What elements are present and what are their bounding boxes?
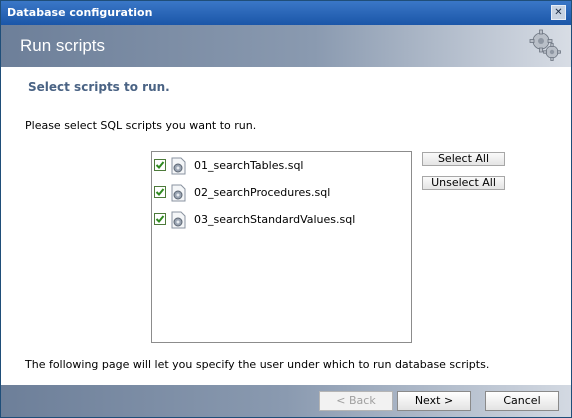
unselect-all-button[interactable]: Unselect All xyxy=(422,176,505,190)
title-bar[interactable]: Database configuration ✕ xyxy=(1,1,571,25)
footer-note: The following page will let you specify … xyxy=(25,358,490,371)
script-label: 01_searchTables.sql xyxy=(194,159,304,172)
window-title: Database configuration xyxy=(7,6,153,19)
close-button[interactable]: ✕ xyxy=(551,5,566,20)
script-checkbox[interactable] xyxy=(154,186,166,198)
select-all-button[interactable]: Select All xyxy=(422,152,505,166)
sql-script-icon xyxy=(171,157,186,175)
back-button[interactable]: < Back xyxy=(319,391,393,411)
scripts-listbox[interactable]: 01_searchTables.sql 02_searchProcedures.… xyxy=(151,151,412,343)
list-item[interactable]: 02_searchProcedures.sql xyxy=(154,183,404,203)
list-item[interactable]: 01_searchTables.sql xyxy=(154,156,404,176)
gears-icon xyxy=(529,29,561,61)
content-area: Select scripts to run. Please select SQL… xyxy=(1,67,571,385)
script-checkbox[interactable] xyxy=(154,159,166,171)
section-title: Select scripts to run. xyxy=(28,80,170,94)
database-configuration-window: Database configuration ✕ Run scripts Sel… xyxy=(0,0,572,418)
script-label: 02_searchProcedures.sql xyxy=(194,186,331,199)
page-title: Run scripts xyxy=(20,36,106,55)
next-button[interactable]: Next > xyxy=(397,391,471,411)
checkmark-icon xyxy=(155,188,165,196)
wizard-header: Run scripts xyxy=(1,25,571,67)
script-checkbox[interactable] xyxy=(154,213,166,225)
sql-script-icon xyxy=(171,211,186,229)
script-label: 03_searchStandardValues.sql xyxy=(194,213,356,226)
checkmark-icon xyxy=(155,215,165,223)
close-icon: ✕ xyxy=(554,7,563,18)
instructions-text: Please select SQL scripts you want to ru… xyxy=(25,119,257,132)
list-item[interactable]: 03_searchStandardValues.sql xyxy=(154,210,404,230)
sql-script-icon xyxy=(171,184,186,202)
cancel-button[interactable]: Cancel xyxy=(485,391,559,411)
checkmark-icon xyxy=(155,161,165,169)
wizard-navigation-bar: < Back Next > Cancel xyxy=(1,385,571,417)
